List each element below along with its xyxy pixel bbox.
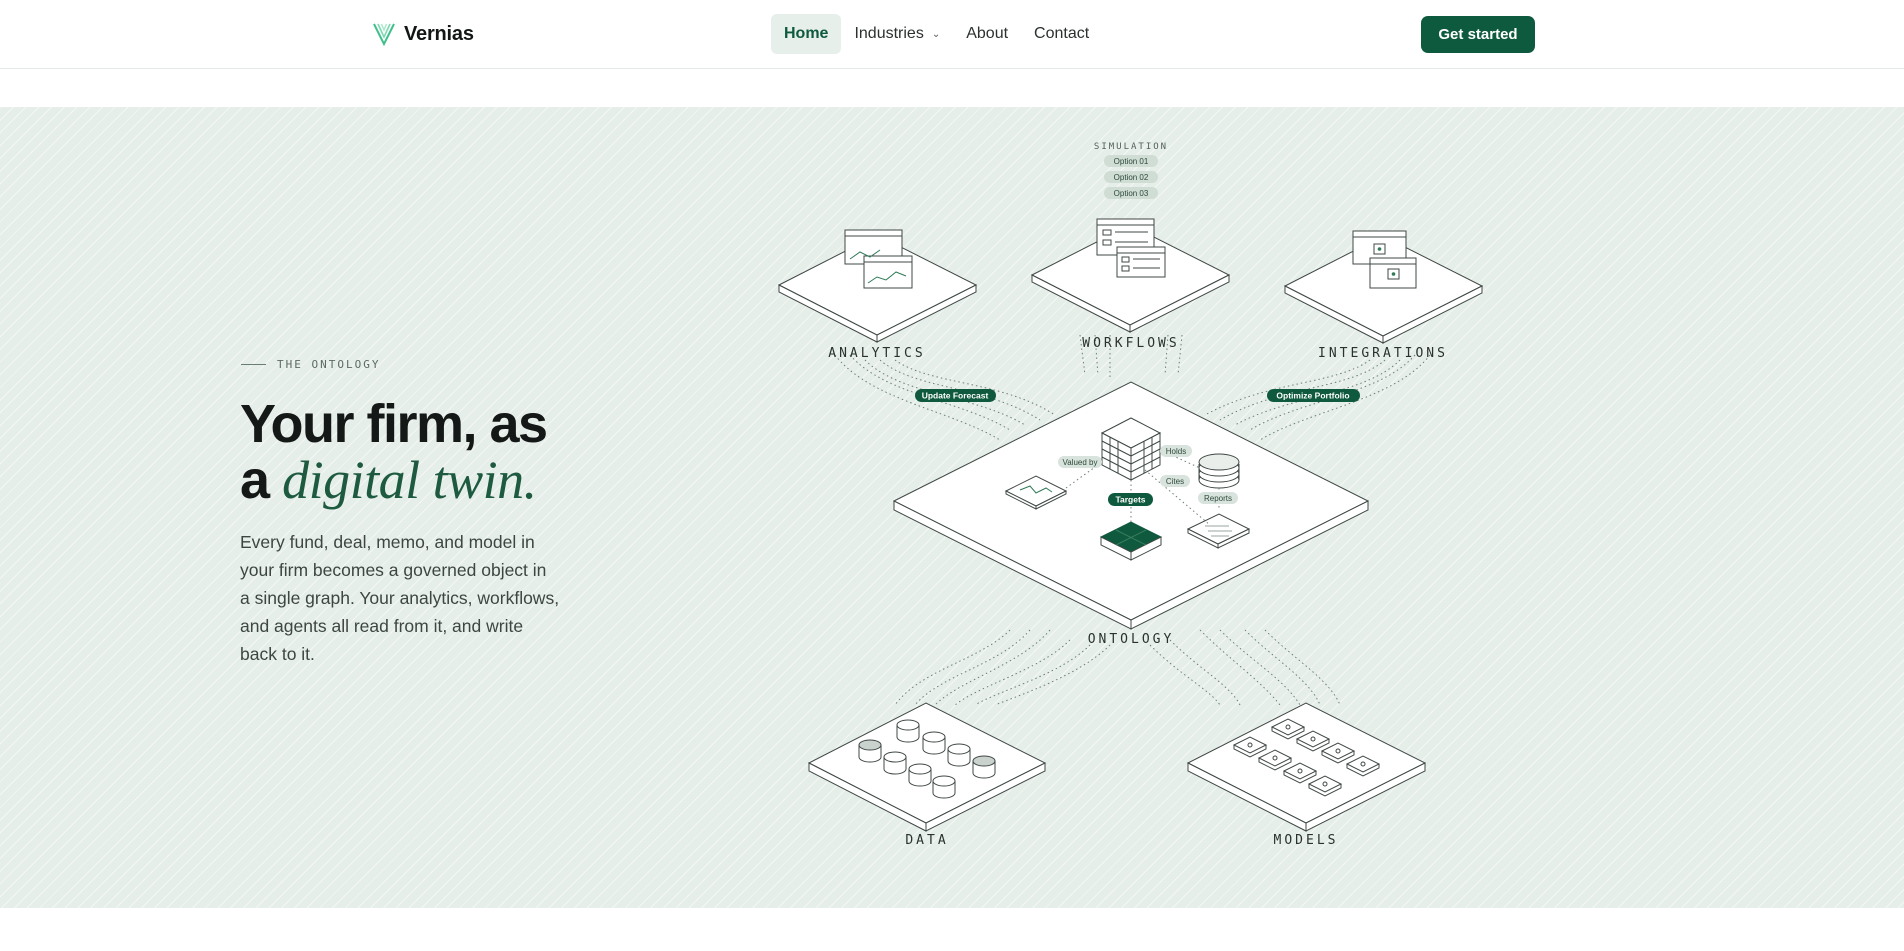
label-models: MODELS (1274, 833, 1339, 848)
relation-holds: Holds (1160, 445, 1192, 457)
database-cylinder-icon (947, 743, 971, 767)
ontology-diagram: SIMULATION Option 01 Option 02 Option 03… (777, 142, 1484, 848)
database-icon (1198, 453, 1240, 489)
label-ontology: ONTOLOGY (1088, 632, 1175, 647)
platform-workflows (1030, 218, 1231, 333)
action-pill-update-forecast[interactable]: Update Forecast (915, 389, 996, 402)
database-cylinder-icon (922, 731, 946, 755)
relation-targets: Targets (1108, 493, 1153, 506)
relation-reports: Reports (1198, 492, 1238, 504)
action-pill-optimize-portfolio-label: Optimize Portfolio (1276, 391, 1349, 401)
database-cylinder-icon (972, 755, 996, 779)
relation-cites: Cites (1160, 475, 1190, 487)
relation-targets-label: Targets (1115, 495, 1145, 505)
platform-integrations (1283, 230, 1484, 344)
action-pill-update-forecast-label: Update Forecast (922, 391, 989, 401)
label-data: DATA (905, 833, 948, 848)
simulation-block: SIMULATION Option 01 Option 02 Option 03 (1094, 142, 1168, 199)
database-cylinder-icon (858, 739, 882, 763)
simulation-option-3: Option 03 (1114, 189, 1149, 198)
platform-analytics (777, 229, 978, 343)
relation-holds-label: Holds (1166, 447, 1186, 456)
database-cylinder-icon (896, 719, 920, 743)
relation-reports-label: Reports (1204, 494, 1232, 503)
simulation-option-2: Option 02 (1114, 173, 1149, 182)
simulation-option-1: Option 01 (1114, 157, 1149, 166)
relation-valued-by: Valued by (1058, 456, 1102, 468)
relation-valued-by-label: Valued by (1063, 458, 1098, 467)
simulation-title: SIMULATION (1094, 142, 1168, 152)
label-integrations: INTEGRATIONS (1318, 346, 1448, 361)
label-workflows: WORKFLOWS (1082, 336, 1179, 351)
database-cylinder-icon (932, 775, 956, 799)
database-cylinder-icon (908, 763, 932, 787)
label-analytics: ANALYTICS (828, 346, 925, 361)
action-pill-optimize-portfolio[interactable]: Optimize Portfolio (1267, 389, 1360, 402)
relation-cites-label: Cites (1166, 477, 1184, 486)
database-cylinder-icon (883, 751, 907, 775)
